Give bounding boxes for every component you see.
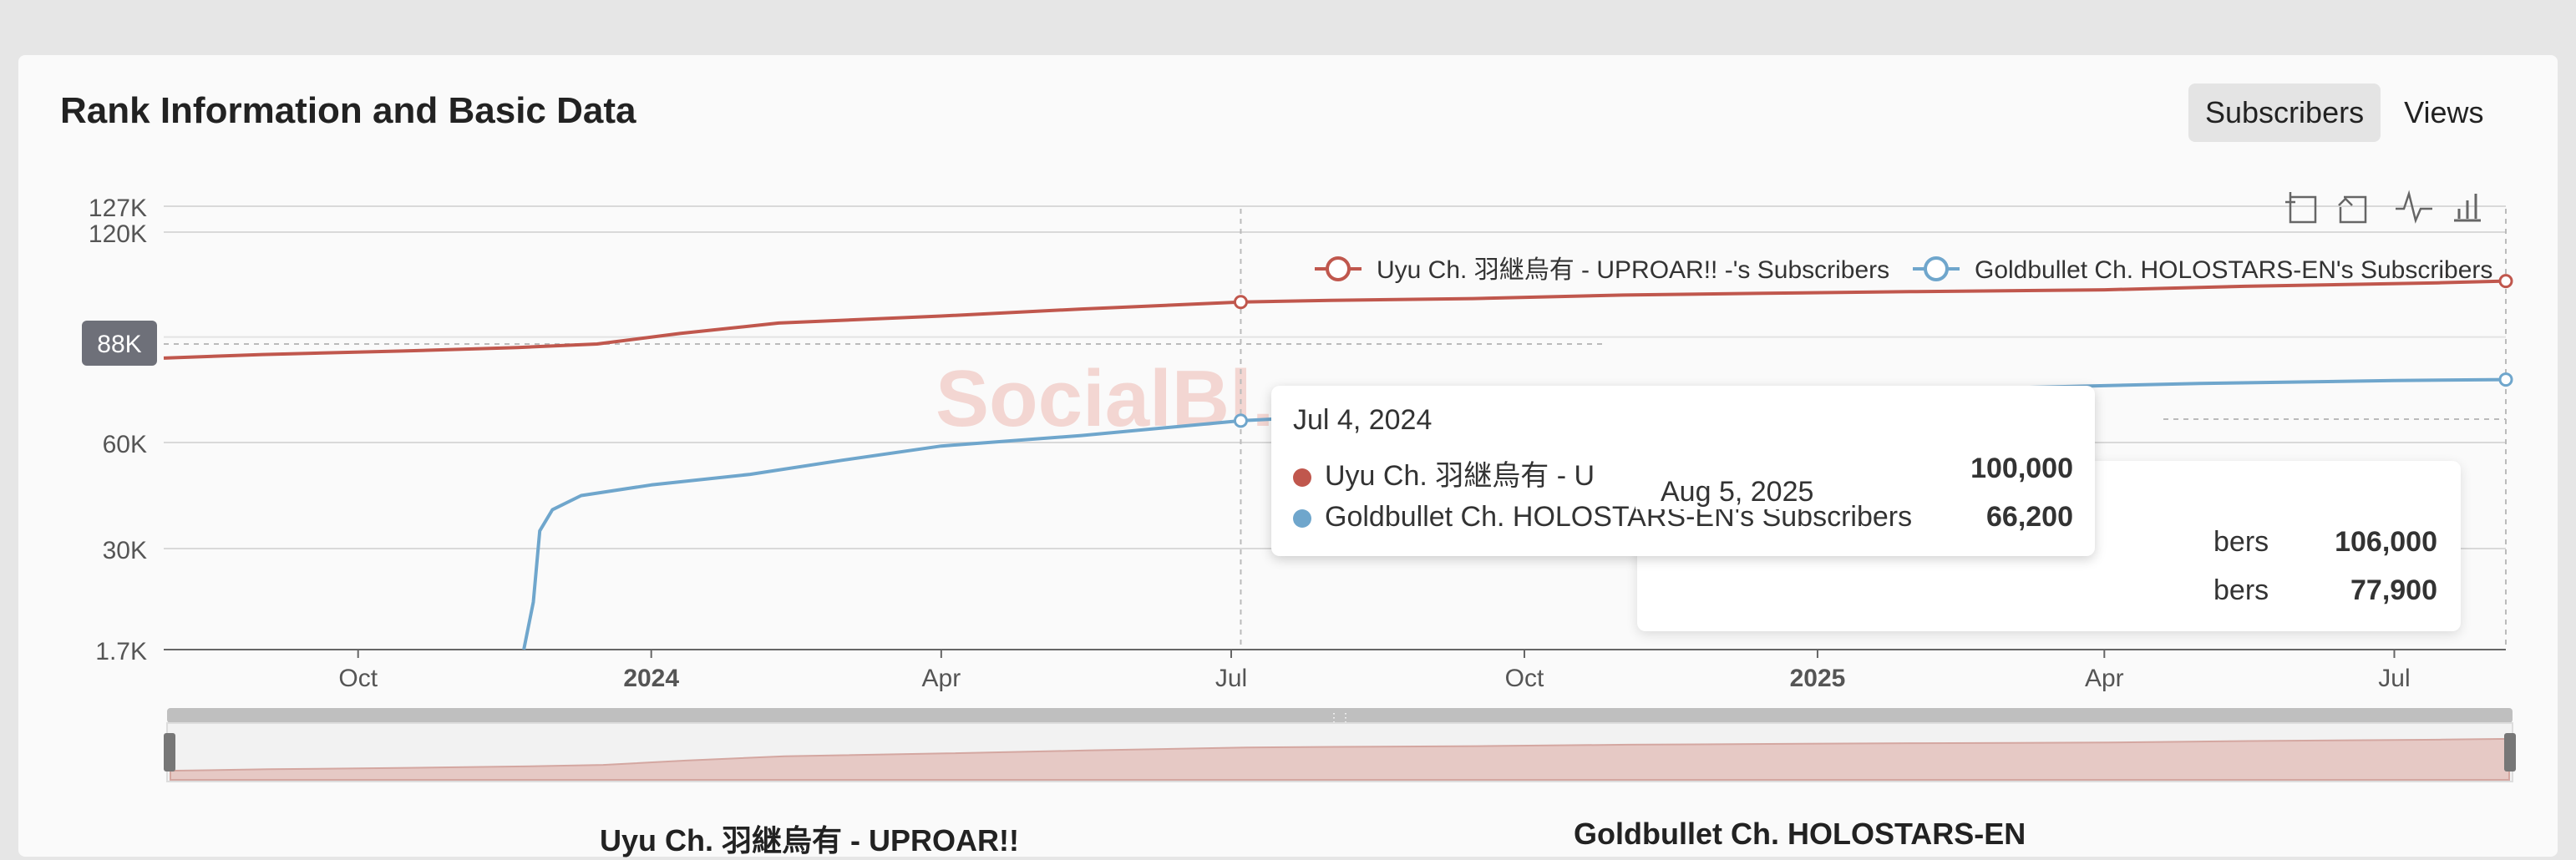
hover-point-marker — [1233, 413, 1248, 428]
x-tick-label: 2024 — [623, 665, 679, 692]
y-tick-label: 60K — [103, 431, 147, 458]
series2-dot-icon — [1293, 509, 1311, 529]
hover-point-marker — [2498, 274, 2513, 289]
tooltip-date: Jul 4, 2024 — [1293, 404, 1433, 436]
x-tick-label: Jul — [2378, 665, 2410, 692]
legend-marker-icon[interactable] — [1924, 256, 1949, 281]
y-tick-label: 1.7K — [95, 638, 147, 665]
legend-label-1[interactable]: Uyu Ch. 羽継烏有 - UPROAR!! -'s Subscribers — [1377, 256, 1889, 284]
tooltip-back-value-2: 77,900 — [2350, 574, 2437, 606]
x-tick-label: Apr — [922, 665, 961, 692]
hover-point-marker — [2498, 372, 2513, 387]
footer-channel-1: Uyu Ch. 羽継烏有 - UPROAR!! — [600, 823, 1019, 857]
y-tick-label: 120K — [89, 220, 147, 248]
y-tick-label: 127K — [89, 195, 147, 222]
series1-dot-icon — [1293, 468, 1311, 488]
footer-channel-2: Goldbullet Ch. HOLOSTARS-EN — [1574, 817, 2026, 851]
legend-marker-icon[interactable] — [1326, 256, 1351, 281]
hover-point-marker — [1233, 295, 1248, 310]
zoom-reset-icon[interactable] — [2338, 195, 2367, 224]
x-tick-label: Apr — [2085, 665, 2124, 692]
datazoom-handle-left[interactable] — [164, 733, 175, 771]
y-tick-label: 30K — [103, 537, 147, 564]
tooltip-back-row-label: bers — [2213, 526, 2269, 558]
tooltip-value-series2: 66,200 — [1986, 501, 2073, 533]
crosshair-badge-label: 88K — [97, 331, 141, 358]
x-tick-label: Jul — [1215, 665, 1247, 692]
datazoom-handle-right[interactable] — [2504, 733, 2516, 771]
series-line-1 — [163, 279, 2507, 360]
tooltip-value-series1: 100,000 — [1970, 453, 2073, 484]
datazoom-grip-icon[interactable]: ⋮⋮ — [1328, 711, 1351, 724]
tooltip-back-row-label: bers — [2213, 574, 2269, 606]
tooltip-row-series1: Uyu Ch. 羽継烏有 - U — [1293, 453, 1595, 493]
tooltip-back-value-1: 106,000 — [2335, 526, 2437, 558]
x-tick-label: 2025 — [1790, 665, 1846, 692]
legend-label-2[interactable]: Goldbullet Ch. HOLOSTARS-EN's Subscriber… — [1975, 256, 2492, 284]
x-tick-label: Oct — [1505, 665, 1544, 692]
x-tick-label: Oct — [338, 665, 378, 692]
tooltip-back-date-overlay: Aug 5, 2025 — [1635, 461, 1848, 509]
